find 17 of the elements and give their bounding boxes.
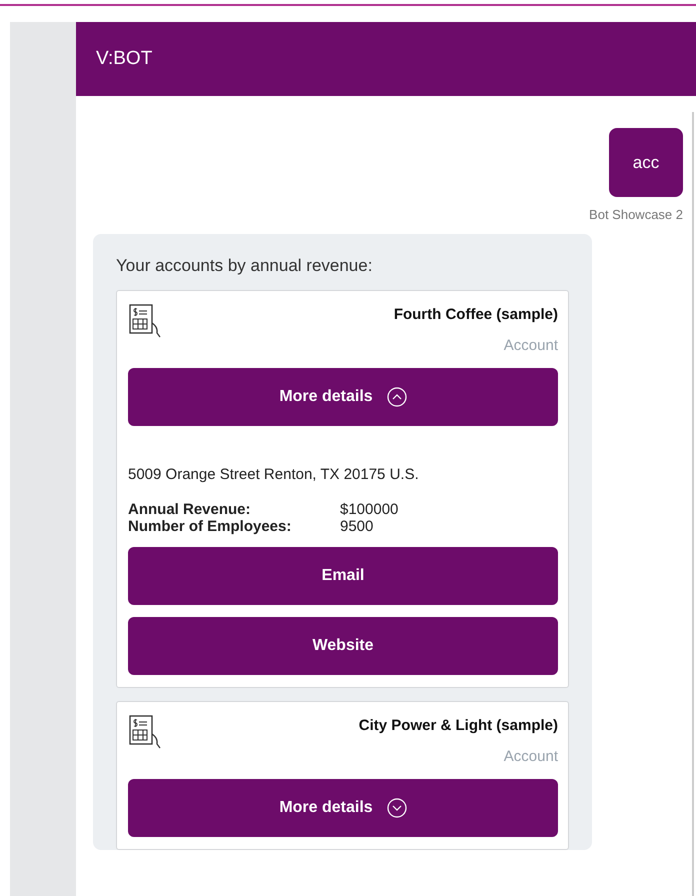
account-name: Fourth Coffee (sample) — [394, 306, 558, 323]
user-message: acc — [609, 128, 683, 197]
fact-value: $100000 — [340, 501, 400, 518]
action-button[interactable]: Email — [128, 547, 558, 605]
more-details-button[interactable]: More details — [128, 368, 558, 426]
fact-label: Number of Employees: — [128, 518, 292, 535]
fact-label: Annual Revenue: — [128, 501, 252, 518]
address-text: 5009 Orange Street Renton, TX 20175 U.S. — [128, 466, 420, 483]
action-button[interactable]: Website — [128, 617, 558, 675]
account-type: Account — [502, 337, 558, 354]
sender-label: Bot Showcase 2 — [588, 207, 684, 222]
account-type: Account — [502, 748, 558, 765]
app-title: V:BOT — [96, 48, 152, 70]
fact-value: 9500 — [340, 518, 374, 535]
account-name: City Power & Light (sample) — [358, 717, 558, 734]
message-text: Your accounts by annual revenue: — [116, 256, 374, 276]
more-details-button[interactable]: More details — [128, 779, 558, 837]
